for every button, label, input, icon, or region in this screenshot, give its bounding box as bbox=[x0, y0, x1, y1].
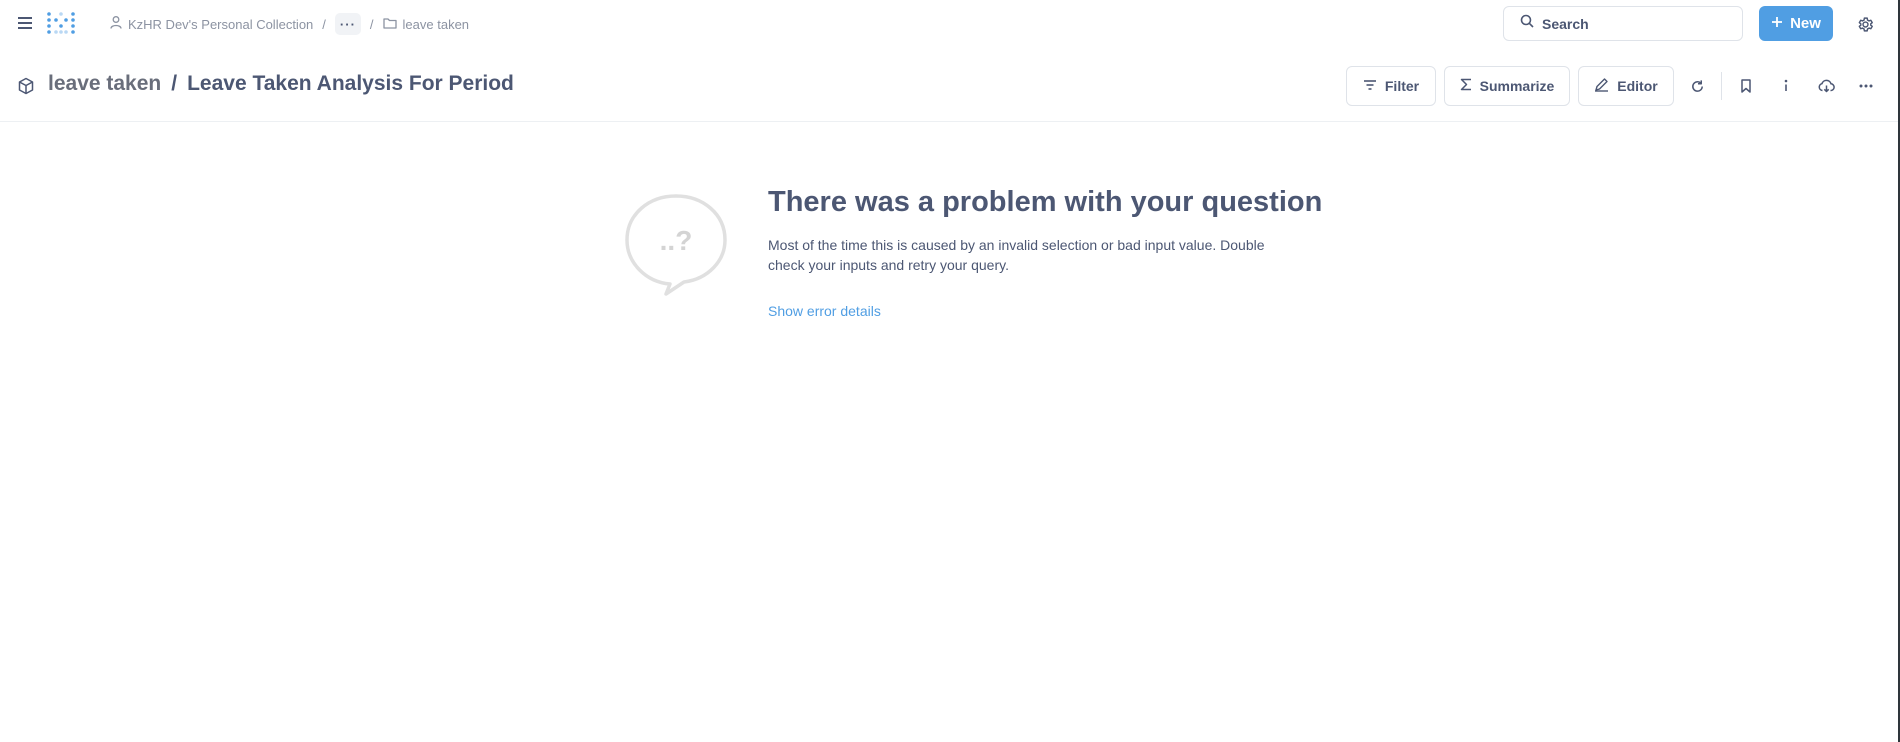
header-divider bbox=[1721, 72, 1722, 100]
download-cloud-icon[interactable] bbox=[1814, 74, 1838, 98]
more-options-icon[interactable] bbox=[1854, 74, 1878, 98]
breadcrumb-personal-collection[interactable]: KzHR Dev's Personal Collection bbox=[110, 16, 313, 32]
breadcrumb-collection-label: KzHR Dev's Personal Collection bbox=[128, 16, 314, 32]
error-message: Most of the time this is caused by an in… bbox=[768, 237, 1265, 273]
search-label: Search bbox=[1542, 15, 1589, 32]
question-name[interactable]: Leave Taken Analysis For Period bbox=[187, 72, 514, 96]
breadcrumb-folder-label: leave taken bbox=[402, 16, 470, 32]
bookmark-icon[interactable] bbox=[1734, 74, 1758, 98]
folder-icon bbox=[382, 17, 397, 32]
question-header: leave taken / Leave Taken Analysis For P… bbox=[0, 60, 1900, 122]
filter-icon bbox=[1363, 78, 1377, 94]
refresh-icon[interactable] bbox=[1685, 74, 1709, 98]
summarize-button[interactable]: Summarize bbox=[1444, 66, 1570, 106]
question-title: leave taken / Leave Taken Analysis For P… bbox=[48, 72, 514, 96]
error-title: There was a problem with your question bbox=[768, 186, 1323, 218]
breadcrumb-separator: / bbox=[369, 16, 374, 32]
info-icon[interactable] bbox=[1774, 74, 1798, 98]
summarize-button-label: Summarize bbox=[1479, 78, 1555, 94]
notebook-pencil-icon bbox=[1594, 77, 1609, 95]
question-bubble-illustration-icon: ..? bbox=[624, 193, 728, 297]
sigma-icon bbox=[1460, 78, 1472, 94]
editor-button-label: Editor bbox=[1617, 78, 1658, 94]
breadcrumb-folder[interactable]: leave taken bbox=[382, 16, 470, 32]
editor-button[interactable]: Editor bbox=[1578, 66, 1674, 106]
model-cube-icon bbox=[17, 77, 35, 95]
question-title-separator: / bbox=[171, 72, 178, 95]
filter-button-label: Filter bbox=[1384, 78, 1420, 94]
breadcrumb: KzHR Dev's Personal Collection / ··· / l… bbox=[110, 13, 469, 35]
new-button-label: New bbox=[1790, 15, 1821, 32]
metabase-logo-icon[interactable] bbox=[46, 10, 76, 38]
person-icon bbox=[110, 16, 122, 32]
settings-gear-icon[interactable] bbox=[1853, 12, 1877, 36]
question-parent-link[interactable]: leave taken bbox=[48, 72, 161, 96]
bubble-question-text: ..? bbox=[660, 225, 693, 256]
plus-icon bbox=[1771, 15, 1783, 32]
top-nav-bar: KzHR Dev's Personal Collection / ··· / l… bbox=[0, 0, 1900, 47]
breadcrumb-separator: / bbox=[322, 16, 326, 32]
breadcrumb-more-button[interactable]: ··· bbox=[334, 13, 361, 35]
hamburger-menu-icon[interactable] bbox=[14, 12, 36, 34]
filter-button[interactable]: Filter bbox=[1346, 66, 1436, 106]
search-bar[interactable]: Search bbox=[1503, 6, 1743, 41]
search-icon bbox=[1520, 14, 1534, 33]
new-button[interactable]: New bbox=[1759, 6, 1833, 41]
show-error-details-link[interactable]: Show error details bbox=[768, 303, 881, 319]
